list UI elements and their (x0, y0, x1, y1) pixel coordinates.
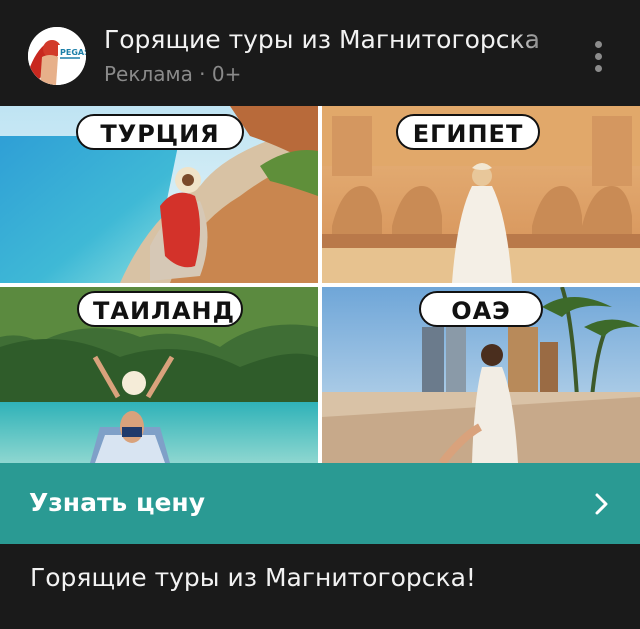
avatar[interactable]: PEGAS (28, 27, 86, 85)
svg-text:PEGAS: PEGAS (60, 48, 86, 57)
ad-label: Реклама · 0+ (104, 62, 242, 86)
tile-label-thailand: ТАИЛАНД (77, 291, 243, 327)
cta-label: Узнать цену (29, 488, 206, 517)
tile-egypt[interactable]: ЕГИПЕТ (322, 106, 640, 283)
tile-label-turkey: ТУРЦИЯ (76, 114, 244, 150)
tile-uae[interactable]: ОАЭ (322, 287, 640, 463)
post-title[interactable]: Горящие туры из Магнитогорска (104, 24, 574, 56)
pegas-logo-icon: PEGAS (28, 27, 86, 85)
more-vertical-icon[interactable] (584, 36, 612, 76)
tile-turkey[interactable]: ТУРЦИЯ (0, 106, 318, 283)
chevron-right-icon (595, 493, 608, 515)
tile-label-egypt: ЕГИПЕТ (396, 114, 540, 150)
post-caption[interactable]: Горящие туры из Магнитогорска! (30, 560, 476, 596)
cta-button[interactable]: Узнать цену (0, 463, 640, 544)
ad-image-grid[interactable]: ТУРЦИЯ ЕГИПЕТ ТАИЛАНД ОАЭ (0, 106, 640, 463)
tile-label-uae: ОАЭ (419, 291, 543, 327)
tile-thailand[interactable]: ТАИЛАНД (0, 287, 318, 463)
post-header: PEGAS Горящие туры из Магнитогорска Рекл… (0, 0, 640, 106)
